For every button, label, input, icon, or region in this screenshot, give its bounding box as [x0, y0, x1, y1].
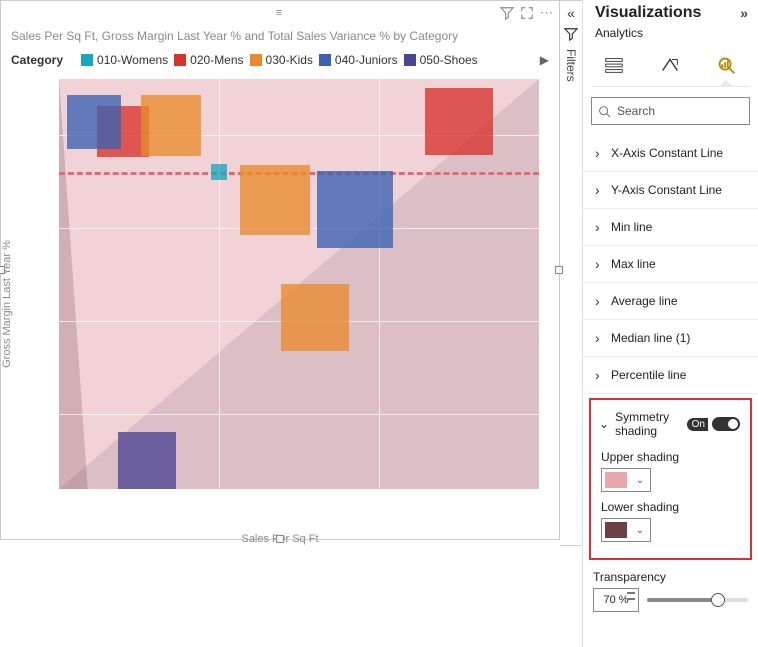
- transparency-field: Transparency 70 %: [583, 564, 758, 612]
- tab-fields[interactable]: [597, 50, 631, 80]
- pane-subtitle: Analytics: [583, 24, 758, 44]
- chevron-right-icon: ›: [595, 330, 605, 346]
- legend-text: 050-Shoes: [420, 53, 478, 67]
- data-mark[interactable]: [67, 95, 121, 149]
- analytics-section[interactable]: › Max line: [583, 246, 758, 283]
- expand-filters-icon[interactable]: «: [567, 5, 575, 21]
- legend-next-icon[interactable]: ▶: [540, 53, 549, 67]
- tab-analytics[interactable]: [709, 50, 743, 80]
- analytics-section[interactable]: › X-Axis Constant Line: [583, 135, 758, 172]
- chevron-down-icon[interactable]: ⌄: [599, 417, 609, 431]
- search-input[interactable]: Search: [591, 97, 750, 125]
- analytics-section[interactable]: › Min line: [583, 209, 758, 246]
- legend-item[interactable]: 010-Womens: [81, 53, 168, 67]
- symmetry-shading-title: Symmetry shading: [615, 410, 687, 438]
- chevron-down-icon: ⌄: [630, 525, 650, 536]
- chevron-right-icon: ›: [595, 145, 605, 161]
- symmetry-shading-card: ⌄ Symmetry shading On Upper shading ⌄ Lo…: [589, 398, 752, 560]
- legend-item[interactable]: 040-Juniors: [319, 53, 398, 67]
- analytics-section[interactable]: › Median line (1): [583, 320, 758, 357]
- transparency-input[interactable]: 70 %: [593, 588, 639, 612]
- visual-toolbar: ≡ ⋯: [1, 1, 559, 25]
- legend-text: 040-Juniors: [335, 53, 398, 67]
- upper-shading-picker[interactable]: ⌄: [601, 468, 651, 492]
- data-mark[interactable]: [141, 95, 202, 156]
- chevron-right-icon: ›: [595, 182, 605, 198]
- toggle-on-label: On: [687, 418, 708, 431]
- section-label: Max line: [611, 257, 656, 271]
- resize-handle-right[interactable]: [555, 266, 563, 274]
- chevron-right-icon: ›: [595, 293, 605, 309]
- filters-icon[interactable]: [564, 27, 578, 41]
- drag-grip-icon[interactable]: ≡: [276, 7, 284, 19]
- legend: Category 010-Womens 020-Mens 030-Kids 040-J…: [11, 53, 549, 67]
- visualizations-pane: Visualizations » Analytics Search › X-Axi…: [582, 0, 758, 647]
- chevron-down-icon: ⌄: [630, 475, 650, 486]
- transparency-label: Transparency: [593, 570, 748, 584]
- legend-item[interactable]: 020-Mens: [174, 53, 243, 67]
- chevron-right-icon: ›: [595, 256, 605, 272]
- legend-swatch: [404, 54, 416, 66]
- focus-mode-icon[interactable]: [520, 6, 534, 20]
- plot-area[interactable]: $0$1$2$330%35%40%45%: [59, 79, 539, 489]
- symmetry-toggle[interactable]: [712, 417, 740, 431]
- section-label: Y-Axis Constant Line: [611, 183, 722, 197]
- resize-handle-left[interactable]: [0, 266, 5, 274]
- filters-pane-collapsed[interactable]: « Filters: [560, 0, 582, 546]
- chart-title: Sales Per Sq Ft, Gross Margin Last Year …: [11, 29, 549, 43]
- section-label: Median line (1): [611, 331, 690, 345]
- legend-item[interactable]: 030-Kids: [250, 53, 313, 67]
- y-axis-title: Gross Margin Last Year %: [1, 240, 13, 368]
- lower-shading-label: Lower shading: [601, 500, 740, 514]
- legend-label: Category: [11, 53, 63, 67]
- data-mark[interactable]: [240, 165, 310, 235]
- more-options-icon[interactable]: ⋯: [540, 5, 553, 21]
- legend-swatch: [174, 54, 186, 66]
- legend-swatch: [319, 54, 331, 66]
- legend-text: 010-Womens: [97, 53, 168, 67]
- upper-shading-label: Upper shading: [601, 450, 740, 464]
- collapse-pane-icon[interactable]: »: [740, 5, 748, 21]
- section-label: X-Axis Constant Line: [611, 146, 723, 160]
- legend-item[interactable]: 050-Shoes: [404, 53, 478, 67]
- search-icon: [598, 105, 611, 118]
- transparency-slider[interactable]: [647, 598, 748, 602]
- analytics-section[interactable]: › Percentile line: [583, 357, 758, 394]
- legend-text: 020-Mens: [190, 53, 243, 67]
- section-label: Average line: [611, 294, 678, 308]
- pane-tabs: [583, 44, 758, 80]
- chevron-right-icon: ›: [595, 219, 605, 235]
- analytics-section[interactable]: › Y-Axis Constant Line: [583, 172, 758, 209]
- analytics-section[interactable]: › Average line: [583, 283, 758, 320]
- data-mark[interactable]: [118, 432, 176, 489]
- filter-icon[interactable]: [500, 6, 514, 20]
- tab-format[interactable]: [653, 50, 687, 80]
- section-label: Percentile line: [611, 368, 686, 382]
- data-mark[interactable]: [317, 171, 394, 248]
- filters-label: Filters: [564, 49, 578, 82]
- legend-swatch: [81, 54, 93, 66]
- data-mark[interactable]: [425, 88, 492, 155]
- section-label: Min line: [611, 220, 652, 234]
- search-placeholder: Search: [617, 104, 655, 118]
- lower-shading-picker[interactable]: ⌄: [601, 518, 651, 542]
- data-mark[interactable]: [211, 164, 227, 180]
- chevron-right-icon: ›: [595, 367, 605, 383]
- legend-text: 030-Kids: [266, 53, 313, 67]
- pane-title: Visualizations: [595, 4, 701, 22]
- resize-handle-bottom[interactable]: [276, 535, 284, 543]
- legend-swatch: [250, 54, 262, 66]
- data-mark[interactable]: [281, 284, 348, 351]
- visual-card[interactable]: ≡ ⋯ Sales Per Sq Ft, Gross Margin Last Y…: [0, 0, 560, 540]
